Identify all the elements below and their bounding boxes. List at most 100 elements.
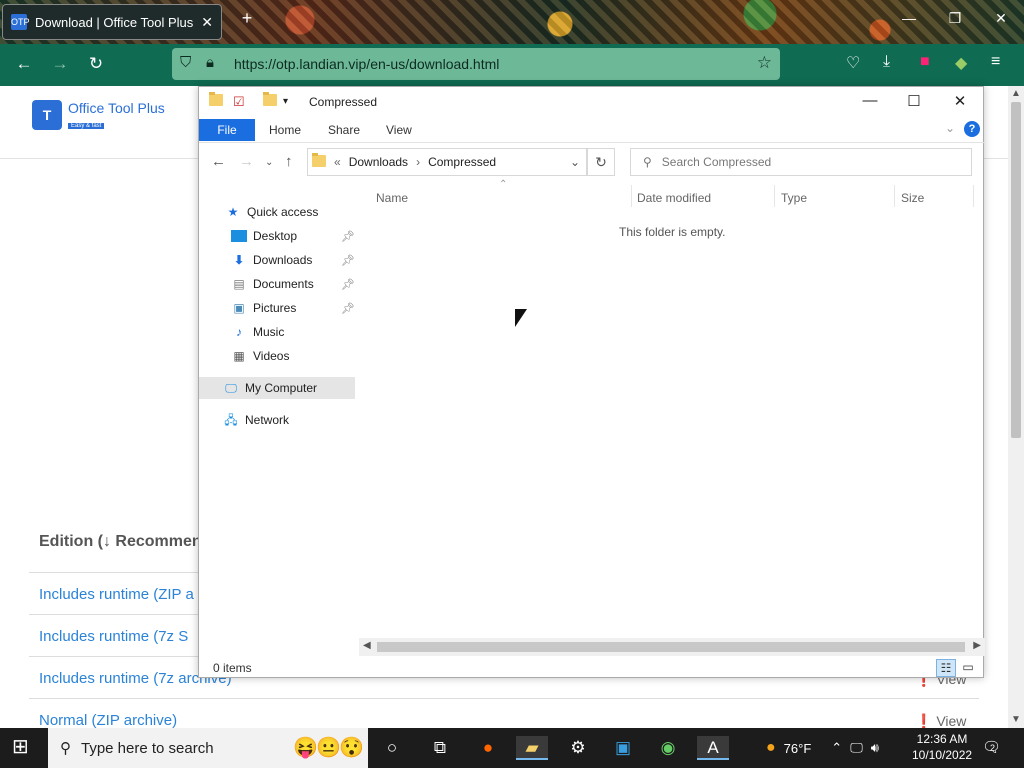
bookmark-star-icon[interactable]: ☆ (757, 53, 772, 73)
forward-icon[interactable]: → (239, 153, 254, 170)
address-bar[interactable]: ⛉ 🔒︎ https://otp.landian.vip/en-us/downl… (172, 48, 780, 80)
scroll-down-icon[interactable]: ▼ (1011, 714, 1021, 725)
search-box[interactable]: ⚲ Search Compressed (630, 148, 972, 176)
close-window-icon[interactable]: ✕ (986, 10, 1016, 27)
minimize-window-icon[interactable]: — (894, 10, 924, 26)
new-folder-icon[interactable] (263, 92, 277, 109)
page-scrollbar[interactable]: ▲ ▼ (1008, 86, 1024, 728)
refresh-icon[interactable]: ↻ (587, 148, 615, 176)
file-explorer-icon[interactable]: ▰ (516, 736, 548, 760)
ribbon-divider (199, 142, 985, 143)
pin-icon[interactable]: 📌︎ (341, 254, 355, 267)
pin-icon[interactable]: 📌︎ (341, 230, 355, 243)
firefox-icon[interactable]: ● (472, 736, 504, 760)
scroll-thumb[interactable] (377, 642, 965, 652)
nav-item-videos[interactable]: ▦ Videos (199, 345, 355, 367)
help-icon[interactable]: ? (964, 121, 980, 137)
weather-icon[interactable]: ● (766, 739, 776, 757)
tab-share[interactable]: Share (328, 123, 360, 137)
show-hidden-icons-icon[interactable]: ⌃ (831, 740, 842, 756)
scroll-thumb[interactable] (1011, 102, 1021, 438)
network-app-icon[interactable]: ◉ (652, 736, 684, 760)
lock-icon[interactable]: 🔒︎ (206, 54, 214, 71)
download-link[interactable]: Includes runtime (ZIP a (39, 586, 194, 603)
scroll-right-icon[interactable]: ▶ (973, 640, 981, 651)
settings-icon[interactable]: ⚙ (562, 736, 594, 760)
breadcrumb-overflow[interactable]: « (334, 155, 341, 169)
column-separator[interactable] (973, 185, 974, 207)
extension-2-icon[interactable]: ◆ (955, 53, 967, 73)
system-clock[interactable]: 12:36 AM 10/10/2022 (912, 731, 972, 763)
taskbar-search[interactable]: ⚲ Type here to search 😝😐😯 (48, 728, 368, 768)
maximize-icon[interactable]: ☐ (899, 92, 929, 110)
new-tab-icon[interactable]: + (232, 8, 262, 29)
forward-icon[interactable]: → (48, 54, 72, 74)
breadcrumb-downloads[interactable]: Downloads (349, 155, 408, 169)
url-text[interactable]: https://otp.landian.vip/en-us/download.h… (234, 56, 499, 72)
site-brand[interactable]: T Office Tool Plus Easy & fast (32, 100, 165, 130)
recent-locations-icon[interactable]: ⌄ (265, 157, 273, 168)
tab-file[interactable]: File (199, 119, 255, 141)
windows-start-icon[interactable]: ⊞ (12, 736, 29, 758)
details-view-icon[interactable]: ☷ (936, 659, 956, 677)
scroll-left-icon[interactable]: ◀ (363, 640, 371, 651)
nav-item-downloads[interactable]: ⬇ Downloads 📌︎ (199, 249, 355, 271)
tab-view[interactable]: View (386, 123, 412, 137)
nav-item-my-computer[interactable]: 🖵︎ My Computer (199, 377, 355, 399)
up-icon[interactable]: ↑ (285, 153, 293, 170)
nav-item-documents[interactable]: ▤ Documents 📌︎ (199, 273, 355, 295)
minimize-icon[interactable]: — (855, 92, 885, 109)
office-tool-plus-icon[interactable]: A (697, 736, 729, 760)
back-icon[interactable]: ← (211, 153, 226, 170)
column-separator[interactable] (894, 185, 895, 207)
address-bar[interactable]: « Downloads › Compressed ⌄ (307, 148, 587, 176)
column-separator[interactable] (631, 185, 632, 207)
network-status-icon[interactable]: 🖵︎ (850, 740, 863, 756)
tab-home[interactable]: Home (269, 123, 301, 137)
reload-icon[interactable]: ↻ (84, 54, 108, 74)
nav-item-pictures[interactable]: ▣ Pictures 📌︎ (199, 297, 355, 319)
nav-item-quick-access[interactable]: ★ Quick access (199, 201, 355, 223)
expand-ribbon-icon[interactable]: ⌄ (945, 121, 955, 135)
column-header-size[interactable]: Size (901, 191, 924, 205)
nav-item-music[interactable]: ♪ Music (199, 321, 355, 343)
column-header-name[interactable]: Name (376, 191, 408, 205)
taskbar-search-placeholder[interactable]: Type here to search (81, 740, 214, 757)
back-icon[interactable]: ← (12, 54, 36, 74)
column-separator[interactable] (774, 185, 775, 207)
restore-window-icon[interactable]: ❐ (940, 10, 970, 27)
extension-icon[interactable]: ■ (920, 53, 930, 71)
close-icon[interactable]: ✕ (945, 92, 975, 110)
download-link[interactable]: Normal (ZIP archive) (39, 712, 177, 729)
cortana-icon[interactable]: ○ (376, 736, 408, 760)
download-link[interactable]: Includes runtime (7z S (39, 628, 188, 645)
volume-icon[interactable]: 🔊︎ (871, 740, 879, 756)
store-icon[interactable]: ▣ (607, 736, 639, 760)
column-header-type[interactable]: Type (781, 191, 807, 205)
scroll-up-icon[interactable]: ▲ (1011, 88, 1021, 99)
pin-icon[interactable]: 📌︎ (341, 278, 355, 291)
nav-item-desktop[interactable]: Desktop 📌︎ (199, 225, 355, 247)
search-placeholder[interactable]: Search Compressed (662, 155, 771, 169)
shield-icon[interactable]: ⛉ (180, 54, 191, 71)
address-dropdown-icon[interactable]: ⌄ (570, 155, 580, 169)
menu-icon[interactable]: ≡ (991, 53, 1000, 71)
nav-item-network[interactable]: 🖧︎ Network (199, 409, 355, 431)
properties-icon[interactable]: ☑ (233, 94, 245, 110)
weather-temperature[interactable]: 76°F (784, 741, 812, 756)
action-center-icon[interactable]: 🗨︎2 (982, 738, 1006, 756)
large-icons-view-icon[interactable]: ▭ (958, 659, 978, 677)
pin-icon[interactable]: 📌︎ (341, 302, 355, 315)
column-header-date-modified[interactable]: Date modified (637, 191, 711, 205)
browser-tab[interactable]: OTP Download | Office Tool Plus We ✕ (2, 4, 222, 40)
horizontal-scrollbar[interactable]: ◀ ▶ (359, 638, 985, 656)
taskbar: ⊞ ⚲ Type here to search 😝😐😯 ○ ⧉ ● ▰ ⚙ ▣ … (0, 728, 1024, 768)
pocket-icon[interactable]: ♡ (846, 53, 860, 73)
close-tab-icon[interactable]: ✕ (201, 14, 213, 31)
info-icon: ❗ (915, 713, 933, 729)
downloads-icon[interactable]: ⤓ (883, 53, 890, 71)
folder-icon (209, 92, 223, 109)
customize-quick-access-icon[interactable]: ▾ (283, 96, 288, 107)
task-view-icon[interactable]: ⧉ (424, 736, 456, 760)
breadcrumb-compressed[interactable]: Compressed (428, 155, 496, 169)
